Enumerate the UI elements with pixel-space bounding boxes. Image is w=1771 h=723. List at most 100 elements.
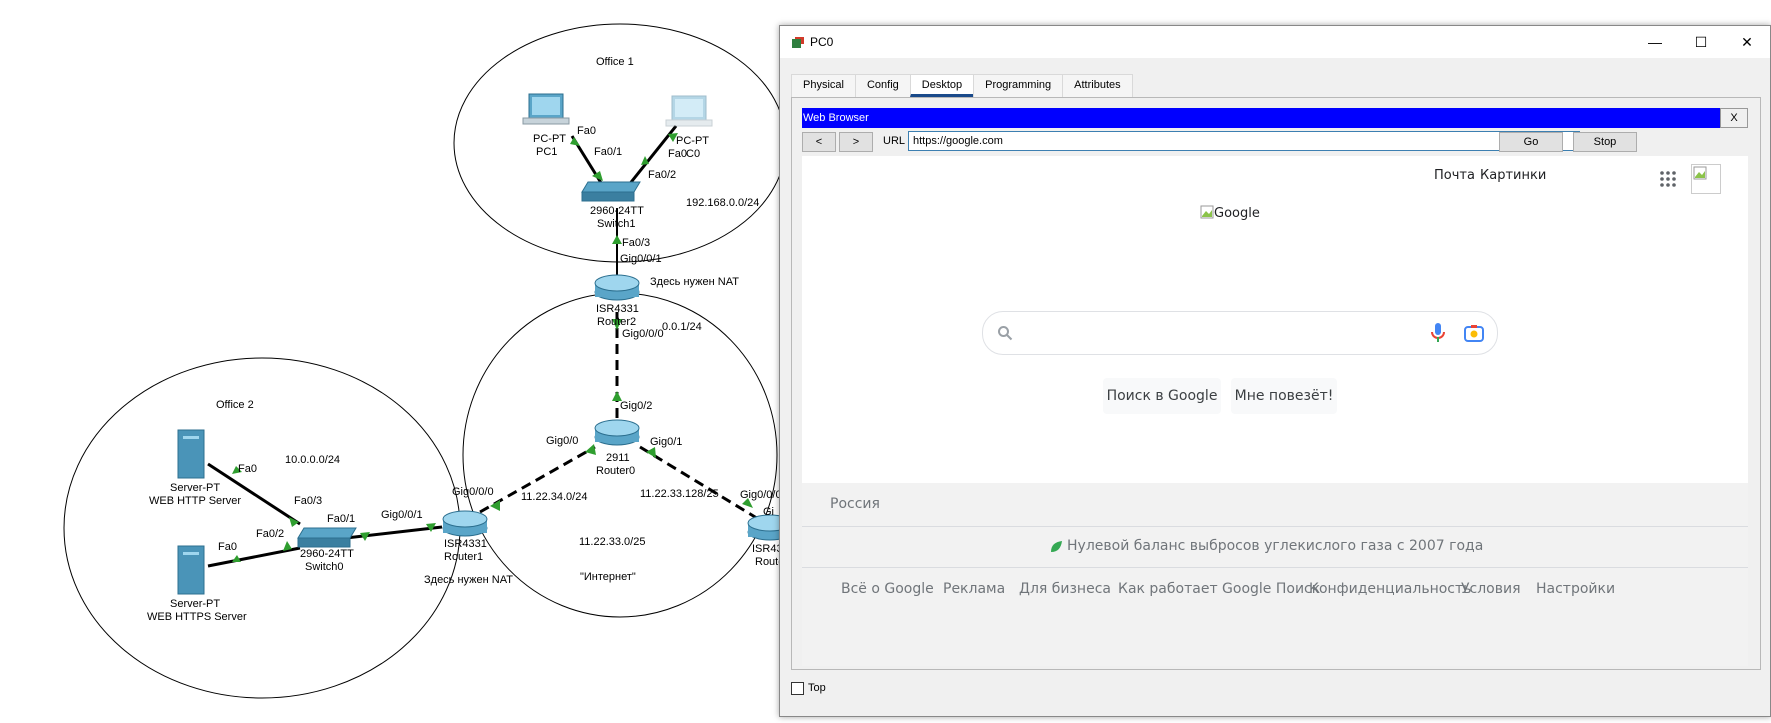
pc1-type-label: PC-PT [533,133,566,145]
search-icon [998,326,1013,341]
router2-name-label: Router2 [597,316,636,328]
camera-lens-icon[interactable] [1464,324,1484,342]
broken-image-icon [1200,205,1214,219]
tab-programming[interactable]: Programming [973,74,1064,97]
internet-label: "Интернет" [580,571,636,583]
tab-physical[interactable]: Physical [791,74,856,97]
nat-note-router2: Здесь нужен NAT [650,276,739,288]
port-label: Gig0/0/0 [740,489,782,501]
port-label: Fa0/1 [327,513,355,525]
footer-carbon-bar: Нулевой баланс выбросов углекислого газа… [802,527,1748,568]
maximize-button[interactable]: ☐ [1678,26,1724,58]
feeling-lucky-button[interactable]: Мне повезёт! [1231,378,1337,414]
switch0-name-label: Switch0 [305,561,344,573]
packet-tracer-app-icon [792,37,804,48]
net-r2-r0-label: 0.0.1/24 [662,321,702,333]
port-label: Gig0/0/1 [381,509,423,521]
port-label: Gig0/1 [650,436,682,448]
broken-image-icon [1693,166,1707,180]
footer-country: Россия [830,496,880,512]
link-router0-router3 [639,445,761,522]
port-label: Fa0 [218,541,237,553]
forward-button[interactable]: > [839,132,873,152]
footer-link-business[interactable]: Для бизнеса [1019,581,1111,597]
google-logo-alt-text: Google [1214,206,1260,221]
minimize-button[interactable]: — [1632,26,1678,58]
stop-button[interactable]: Stop [1573,132,1637,152]
http-server-device[interactable] [177,429,205,479]
mail-link[interactable]: Почта [1434,168,1475,183]
back-button[interactable]: < [802,132,836,152]
footer-link-how-search-works[interactable]: Как работает Google Поиск [1118,581,1320,597]
microphone-icon[interactable] [1431,323,1445,343]
tab-config[interactable]: Config [854,74,911,97]
port-label: Fa0 [668,148,687,160]
pc1-device[interactable] [522,93,570,125]
apps-grid-icon[interactable] [1660,171,1676,187]
pc0-type-label: PC-PT [676,135,709,147]
footer-link-about[interactable]: Всё о Google [841,581,934,597]
footer-link-settings[interactable]: Настройки [1536,581,1615,597]
port-label: Gig0/0/1 [620,253,662,265]
switch1-type-label: 2960-24TT [590,205,644,217]
account-avatar[interactable] [1691,164,1721,194]
desktop-panel: Web Browser X < > URL Go Stop Почта Карт… [791,97,1761,670]
go-button[interactable]: Go [1499,132,1563,152]
switch1-name-label: Switch1 [597,218,636,230]
router0-device[interactable] [594,419,640,446]
tab-desktop[interactable]: Desktop [909,74,975,97]
router1-device[interactable] [442,510,488,537]
office1-label: Office 1 [596,56,634,68]
port-label: Gig0/0/0 [452,486,494,498]
http-server-type-label: Server-PT [170,482,220,494]
router1-type-label: ISR4331 [444,538,487,550]
switch-icon [581,181,641,193]
pc0-name-label: C0 [686,148,700,160]
pc1-name-label: PC1 [536,146,557,158]
web-browser-titlebar: Web Browser X [802,108,1748,128]
window-titlebar[interactable]: PC0 — ☐ ✕ [780,26,1770,58]
switch0-device[interactable] [297,527,357,548]
pc0-device[interactable] [665,95,713,127]
nat-note-router1: Здесь нужен NAT [424,574,513,586]
browser-toolbar: < > URL Go Stop [802,131,1748,153]
google-search-button[interactable]: Поиск в Google [1103,378,1221,414]
images-link[interactable]: Картинки [1480,168,1546,183]
net-office2-label: 10.0.0.0/24 [285,454,340,466]
footer-link-privacy[interactable]: Конфиденциальность [1309,581,1471,597]
router2-type-label: ISR4331 [596,303,639,315]
router0-type-label: 2911 [606,452,630,464]
footer-link-terms[interactable]: Условия [1461,581,1521,597]
office2-label: Office 2 [216,399,254,411]
port-label: Gig0/2 [620,400,652,412]
tab-attributes[interactable]: Attributes [1062,74,1133,97]
router1-name-label: Router1 [444,551,483,563]
top-checkbox[interactable] [791,682,804,695]
footer-link-advertising[interactable]: Реклама [943,581,1005,597]
router0-name-label: Router0 [596,465,635,477]
web-browser-close-button[interactable]: X [1720,108,1748,128]
url-label: URL [883,135,906,147]
web-browser-title: Web Browser [803,112,869,124]
top-checkbox-label: Top [808,682,826,694]
switch1-device[interactable] [581,181,641,202]
footer-links-bar: Всё о Google Реклама Для бизнеса Как раб… [802,568,1748,666]
port-label: Gig0/0 [546,435,578,447]
google-search-box[interactable] [982,311,1498,355]
https-server-device[interactable] [177,545,205,595]
link-router1-switch0 [345,525,443,540]
carbon-neutral-text[interactable]: Нулевой баланс выбросов углекислого газа… [1067,538,1483,554]
http-server-name-label: WEB HTTP Server [149,495,241,507]
switch0-type-label: 2960-24TT [300,548,354,560]
https-server-name-label: WEB HTTPS Server [147,611,247,623]
window-title: PC0 [810,35,834,49]
router2-device[interactable] [594,274,640,301]
net-office1-label: 192.168.0.0/24 [686,197,759,209]
port-label: Fa0/3 [622,237,650,249]
google-page: Почта Картинки Google Поиск в Google Мне… [802,156,1748,666]
port-label: Gi [763,506,774,518]
url-input[interactable] [908,131,1580,151]
close-button[interactable]: ✕ [1724,26,1770,58]
net-r1-r0-label: 11.22.34.0/24 [521,491,587,503]
footer-country-bar: Россия [802,483,1748,527]
